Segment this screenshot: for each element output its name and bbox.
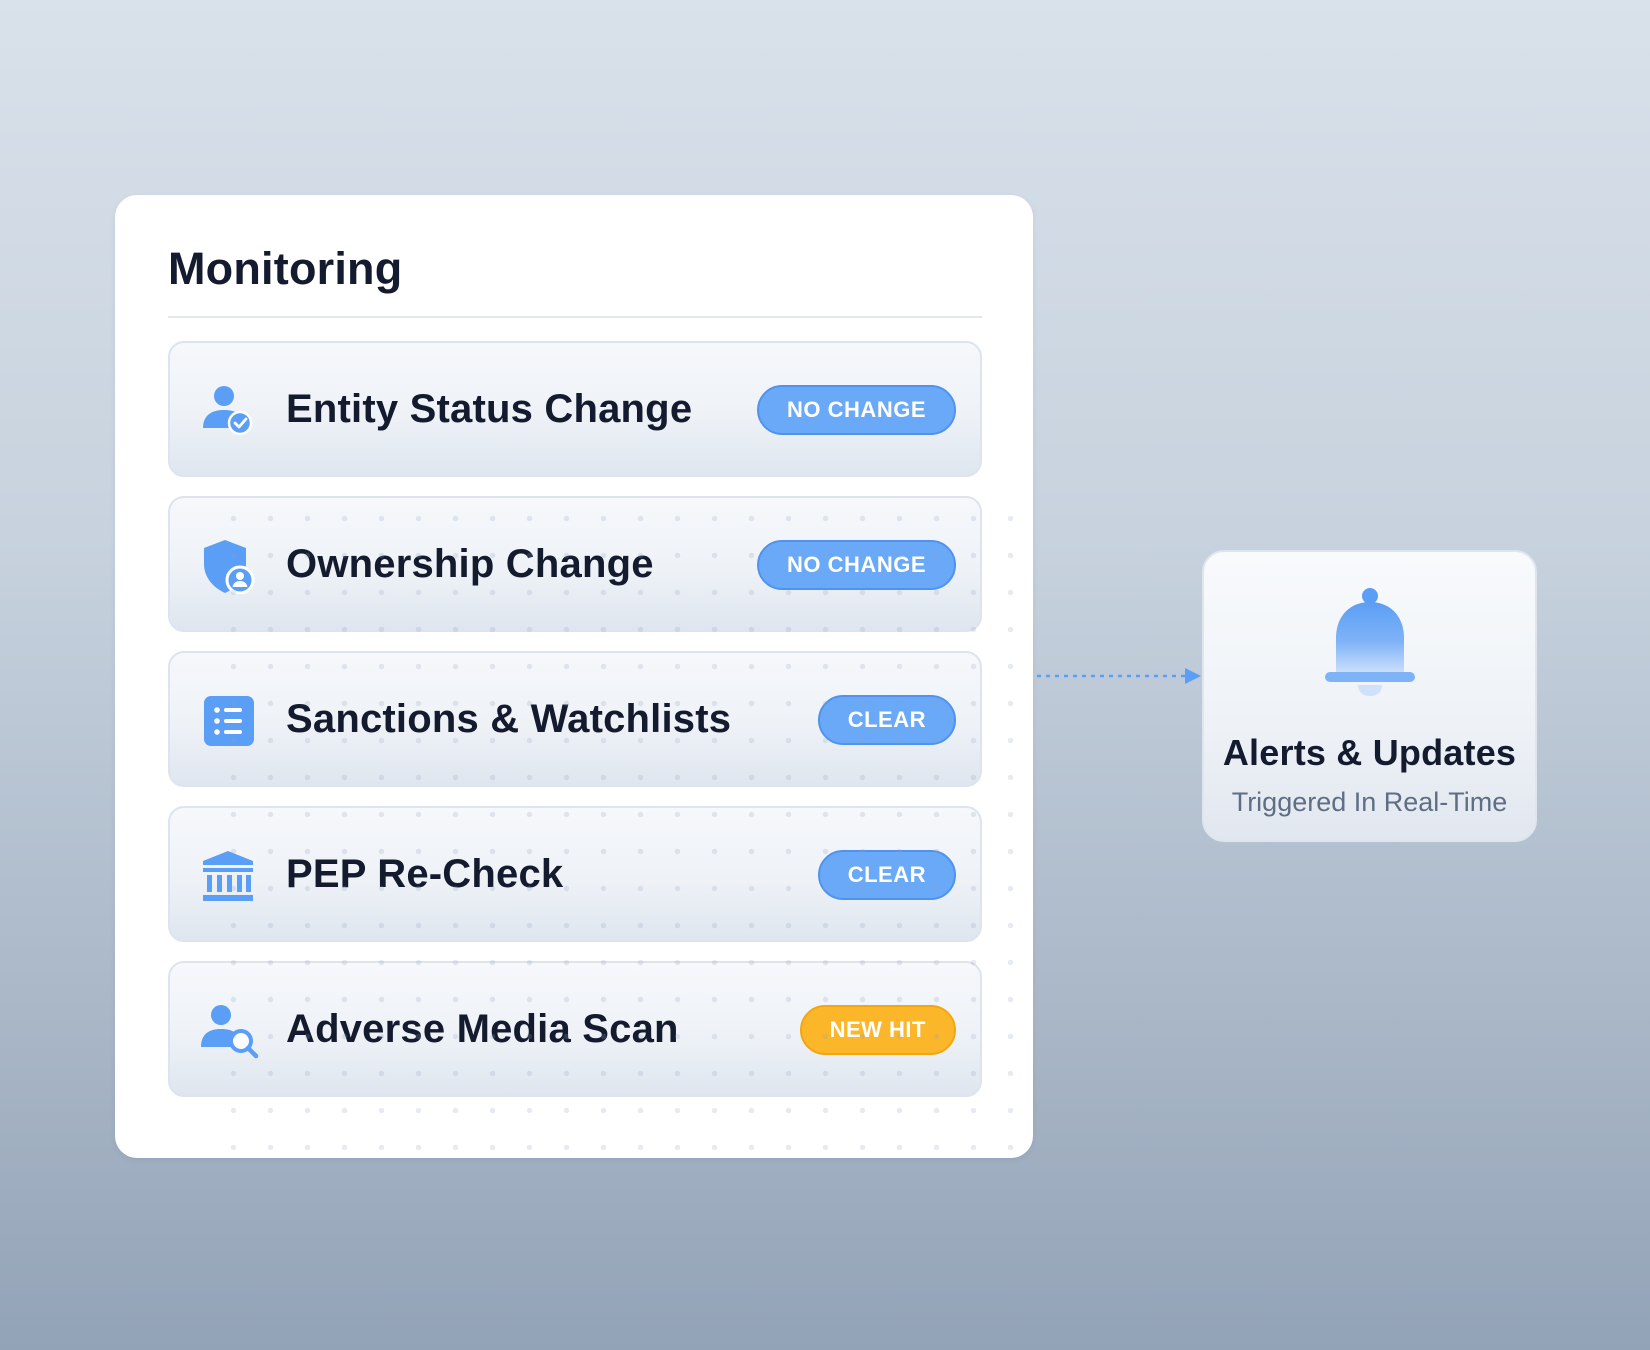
panel-title: Monitoring [168,243,403,294]
monitor-row-entity-status[interactable]: Entity Status Change NO CHANGE [168,341,982,477]
status-badge: CLEAR [817,695,956,745]
monitor-row-pep[interactable]: PEP Re-Check CLEAR [168,806,982,942]
monitoring-panel: Monitoring Entity Status Change NO CHANG… [115,195,1033,1158]
monitor-row-adverse-media[interactable]: Adverse Media Scan NEW HIT [168,961,982,1097]
shield-user-icon [204,540,255,594]
row-label: Ownership Change [286,542,654,586]
divider [168,316,982,318]
monitor-row-sanctions[interactable]: Sanctions & Watchlists CLEAR [168,651,982,787]
row-label: PEP Re-Check [286,852,564,896]
monitor-row-ownership[interactable]: Ownership Change NO CHANGE [168,496,982,632]
list-icon [204,696,254,746]
canvas: Monitoring Entity Status Change NO CHANG… [0,0,1650,1350]
bell-icon [1325,588,1415,696]
alerts-subtitle: Triggered In Real-Time [1231,787,1508,817]
status-badge: NO CHANGE [757,385,956,435]
status-badge: CLEAR [817,850,956,900]
bank-icon [203,851,253,901]
user-search-icon [201,1005,259,1059]
row-label: Entity Status Change [286,387,693,431]
status-badge: NEW HIT [799,1005,956,1055]
row-label: Sanctions & Watchlists [286,697,732,741]
user-check-icon [203,386,253,436]
alerts-title: Alerts & Updates [1222,732,1517,773]
row-label: Adverse Media Scan [286,1007,679,1051]
status-badge: NO CHANGE [757,540,956,590]
connector-arrow [1037,668,1201,684]
alerts-card: Alerts & Updates Triggered In Real-Time [1202,550,1537,842]
